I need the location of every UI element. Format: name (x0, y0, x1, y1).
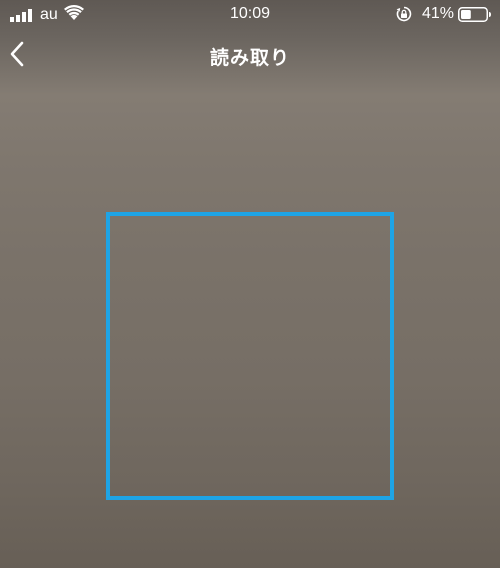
qr-scanner-screen: au 10:09 41% 読み取り (0, 0, 500, 568)
scan-frame (106, 212, 394, 500)
status-bar: au 10:09 41% (0, 0, 500, 30)
battery-level-fill (461, 10, 471, 19)
nav-bar: 読み取り (0, 30, 500, 80)
rotation-lock-icon (396, 6, 412, 22)
page-title: 読み取り (209, 48, 290, 69)
battery-percent: 41% (422, 5, 455, 22)
battery-icon (458, 7, 491, 22)
